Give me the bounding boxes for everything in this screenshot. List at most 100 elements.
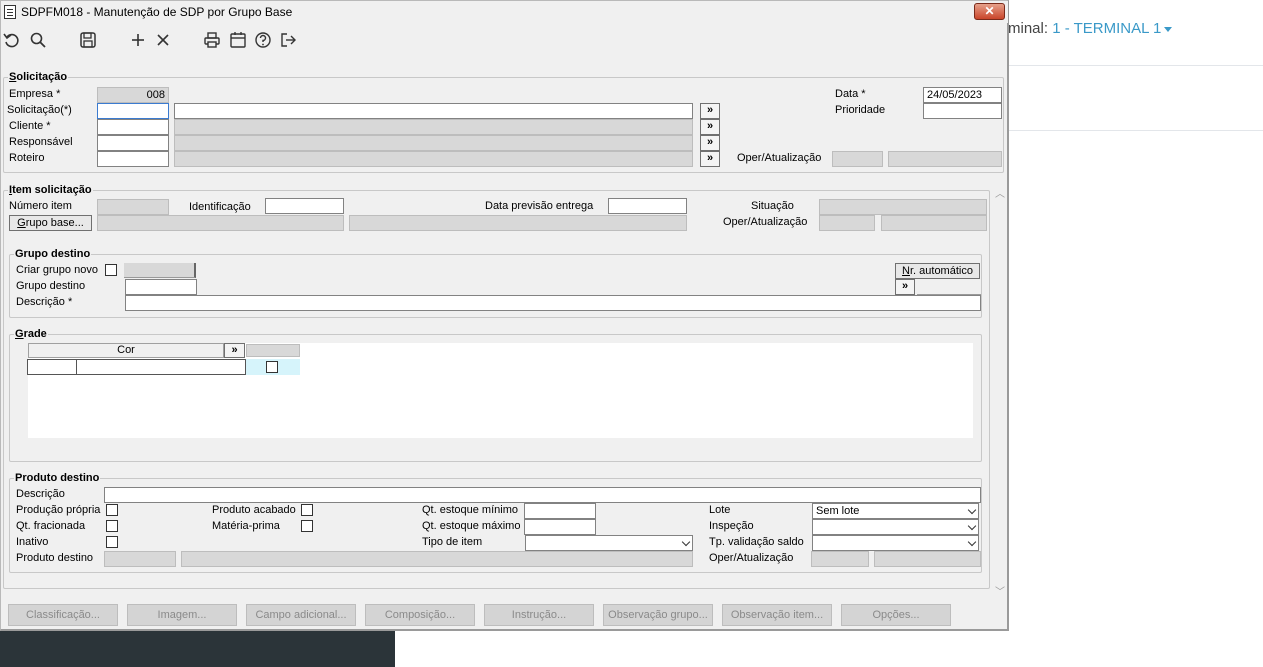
background-divider: [1009, 65, 1263, 66]
item-oper-field: [819, 215, 875, 231]
item-atualizacao-field: [881, 215, 987, 231]
window-title: SDPFM018 - Manutenção de SDP por Grupo B…: [21, 5, 293, 19]
instrucao-button[interactable]: Instrução...: [484, 604, 594, 626]
search-icon[interactable]: [28, 31, 48, 51]
grade-size-header: [246, 344, 300, 357]
identificacao-input[interactable]: [265, 198, 344, 214]
cliente-lookup-button[interactable]: »: [700, 119, 720, 135]
grupo-base-button[interactable]: Grupo base...: [9, 215, 92, 231]
materia-prima-checkbox[interactable]: [301, 520, 313, 532]
tipo-item-select[interactable]: [525, 535, 693, 551]
produto-acabado-checkbox[interactable]: [301, 504, 313, 516]
data-previsao-input[interactable]: [608, 198, 687, 214]
delete-icon[interactable]: [153, 31, 173, 51]
estoque-maximo-input[interactable]: [524, 519, 596, 535]
oper-field: [832, 151, 883, 167]
background-divider: [1009, 130, 1263, 131]
background-footer: [0, 631, 395, 667]
produto-descricao-label: Descrição: [16, 488, 65, 500]
inativo-checkbox[interactable]: [106, 536, 118, 548]
print-icon[interactable]: [202, 31, 222, 51]
item-solicitacao-group-label: Item solicitação: [8, 184, 93, 196]
observacao-item-button[interactable]: Observação item...: [722, 604, 832, 626]
roteiro-lookup-button[interactable]: »: [700, 151, 720, 167]
grade-cor-code-cell[interactable]: [27, 359, 77, 375]
terminal-selector[interactable]: rminal: 1 - TERMINAL 1: [1003, 20, 1173, 37]
inspecao-select[interactable]: [812, 519, 979, 535]
campo-adicional-button[interactable]: Campo adicional...: [246, 604, 356, 626]
identificacao-label: Identificação: [189, 201, 251, 213]
roteiro-input[interactable]: [97, 151, 169, 167]
grupo-destino-input[interactable]: [125, 279, 197, 295]
descricao-grupo-input[interactable]: [125, 295, 981, 311]
grade-cell-checkbox[interactable]: [266, 361, 278, 373]
tp-validacao-select[interactable]: [812, 535, 979, 551]
grupo-base-code-field: [97, 215, 344, 231]
help-icon[interactable]: [253, 31, 273, 51]
roteiro-name-field: [174, 151, 693, 167]
chevron-down-icon: [967, 537, 977, 547]
calendar-icon[interactable]: [228, 31, 248, 51]
close-button[interactable]: ✕: [974, 3, 1005, 20]
responsavel-input[interactable]: [97, 135, 169, 151]
nr-automatico-button[interactable]: Nr. automático: [895, 263, 980, 279]
atualizacao-field: [888, 151, 1002, 167]
cliente-name-field: [174, 119, 693, 135]
responsavel-lookup-button[interactable]: »: [700, 135, 720, 151]
terminal-label: rminal:: [1003, 20, 1049, 37]
document-icon: [4, 5, 16, 19]
data-input[interactable]: 24/05/2023: [923, 87, 1002, 103]
criar-grupo-checkbox[interactable]: [105, 264, 117, 276]
producao-propria-checkbox[interactable]: [106, 504, 118, 516]
classificacao-button[interactable]: Classificação...: [8, 604, 118, 626]
prioridade-label: Prioridade: [835, 104, 886, 116]
grade-cor-description-cell[interactable]: [76, 359, 246, 375]
oper-atualizacao-label: Oper/Atualização: [737, 152, 822, 164]
lote-select[interactable]: Sem lote: [812, 503, 979, 519]
prioridade-input[interactable]: [923, 103, 1002, 119]
solicitacao-lookup-button[interactable]: »: [700, 103, 720, 119]
materia-prima-label: Matéria-prima: [212, 520, 280, 532]
solicitacao-input[interactable]: [97, 103, 169, 119]
roteiro-label: Roteiro: [9, 152, 45, 164]
grupo-destino-label: Grupo destino: [16, 280, 86, 292]
grade-expand-button[interactable]: »: [224, 343, 245, 358]
qt-fracionada-label: Qt. fracionada: [16, 520, 86, 532]
cliente-input[interactable]: [97, 119, 169, 135]
produto-acabado-label: Produto acabado: [212, 504, 296, 516]
undo-icon[interactable]: [2, 31, 22, 51]
title-bar: SDPFM018 - Manutenção de SDP por Grupo B…: [1, 1, 1008, 23]
imagem-button[interactable]: Imagem...: [127, 604, 237, 626]
grupo-destino-lookup-button[interactable]: »: [895, 279, 915, 295]
solicitacao-description-input[interactable]: [174, 103, 693, 119]
terminal-value: 1 - TERMINAL 1: [1052, 20, 1162, 37]
qt-fracionada-checkbox[interactable]: [106, 520, 118, 532]
criar-grupo-indicator: [124, 263, 196, 278]
save-icon[interactable]: [78, 31, 98, 51]
cor-column-header[interactable]: Cor: [28, 343, 224, 358]
dialog-window: SDPFM018 - Manutenção de SDP por Grupo B…: [0, 0, 1009, 631]
add-icon[interactable]: [128, 31, 148, 51]
produto-destino-group-label: Produto destino: [14, 472, 101, 484]
empresa-label: Empresa *: [9, 88, 61, 100]
exit-icon[interactable]: [278, 31, 298, 51]
estoque-maximo-label: Qt. estoque máximo: [422, 520, 521, 532]
opcoes-button[interactable]: Opções...: [841, 604, 951, 626]
numero-item-label: Número item: [9, 200, 72, 212]
produto-destino-label: Produto destino: [16, 552, 94, 564]
grade-group-label: Grade: [14, 328, 48, 340]
scroll-down-icon[interactable]: ﹀: [995, 583, 1005, 598]
responsavel-name-field: [174, 135, 693, 151]
chevron-down-icon: [967, 521, 977, 531]
situacao-label: Situação: [751, 200, 794, 212]
produto-descricao-input[interactable]: [104, 487, 981, 503]
estoque-minimo-input[interactable]: [524, 503, 596, 519]
observacao-grupo-button[interactable]: Observação grupo...: [603, 604, 713, 626]
inativo-label: Inativo: [16, 536, 49, 548]
scroll-up-icon[interactable]: ︿: [995, 185, 1005, 200]
lote-label: Lote: [709, 504, 731, 516]
produto-oper-field: [811, 551, 869, 567]
item-oper-label: Oper/Atualização: [723, 216, 808, 228]
producao-propria-label: Produção própria: [16, 504, 101, 516]
composicao-button[interactable]: Composição...: [365, 604, 475, 626]
